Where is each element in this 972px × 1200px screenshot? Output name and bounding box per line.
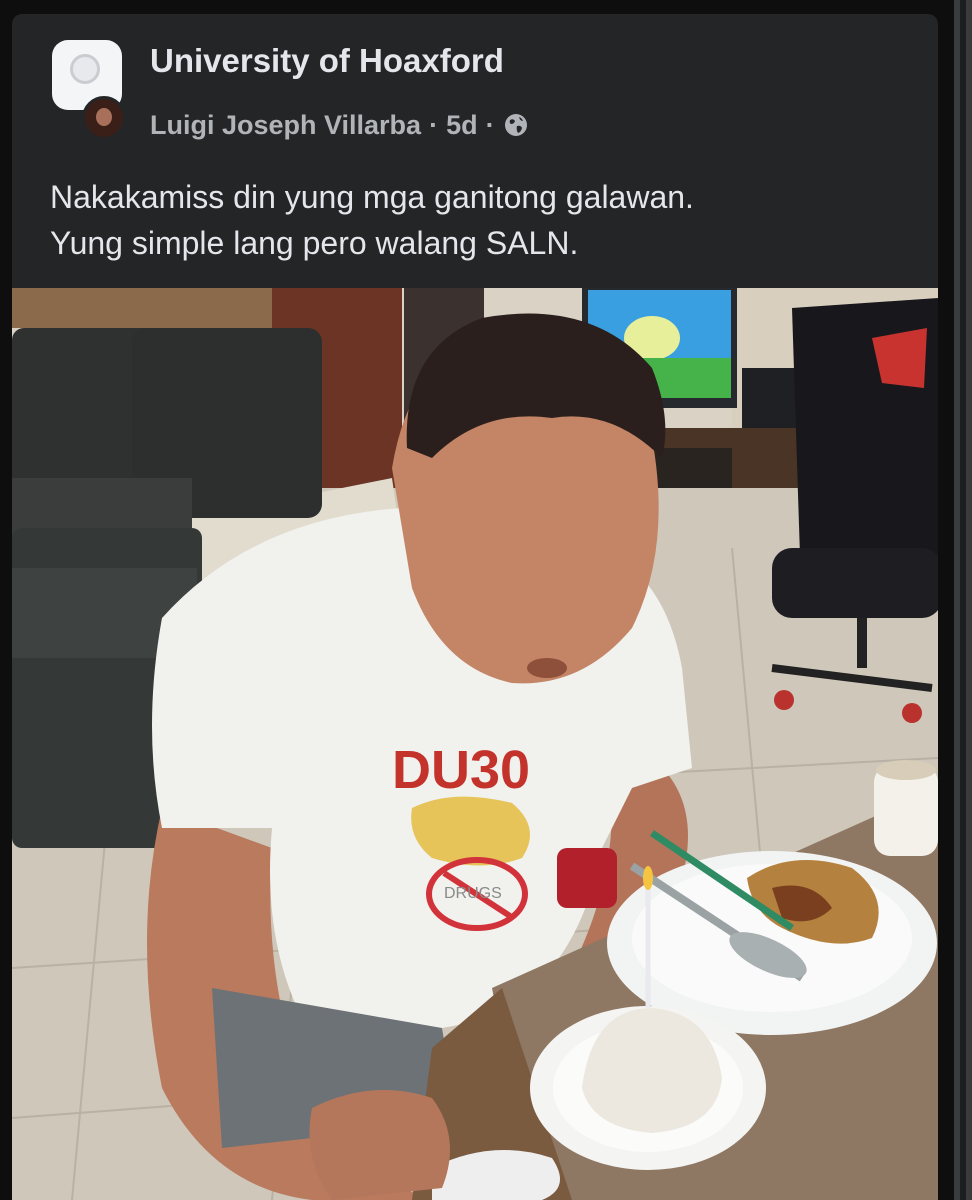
globe-icon[interactable] bbox=[503, 112, 529, 138]
post-timestamp[interactable]: 5d bbox=[446, 110, 478, 141]
scrollbar-track[interactable] bbox=[954, 0, 972, 1200]
meta-separator-2: · bbox=[485, 109, 495, 140]
post-text: Nakakamiss din yung mga ganitong galawan… bbox=[50, 174, 910, 266]
post-text-line-2: Yung simple lang pero walang SALN. bbox=[50, 225, 579, 261]
university-seal-icon bbox=[70, 54, 100, 84]
post-card: University of Hoaxford Luigi Joseph Vill… bbox=[12, 14, 938, 1200]
shirt-badge-text: DRUGS bbox=[444, 885, 502, 902]
scrollbar-thumb[interactable] bbox=[960, 0, 966, 1200]
candle-flame bbox=[643, 866, 653, 890]
post-header: University of Hoaxford Luigi Joseph Vill… bbox=[52, 40, 912, 140]
author-name-link[interactable]: Luigi Joseph Villarba bbox=[150, 110, 421, 141]
shirt-logo: DU30 bbox=[392, 740, 530, 800]
post-photo[interactable]: DU30 DRUGS bbox=[12, 288, 938, 1200]
group-name-link[interactable]: University of Hoaxford bbox=[150, 42, 504, 80]
author-face bbox=[96, 108, 112, 126]
post-meta: Luigi Joseph Villarba · 5d · bbox=[150, 108, 529, 142]
meta-separator: · bbox=[429, 109, 439, 140]
post-text-line-1: Nakakamiss din yung mga ganitong galawan… bbox=[50, 179, 694, 215]
author-avatar[interactable] bbox=[82, 96, 126, 140]
